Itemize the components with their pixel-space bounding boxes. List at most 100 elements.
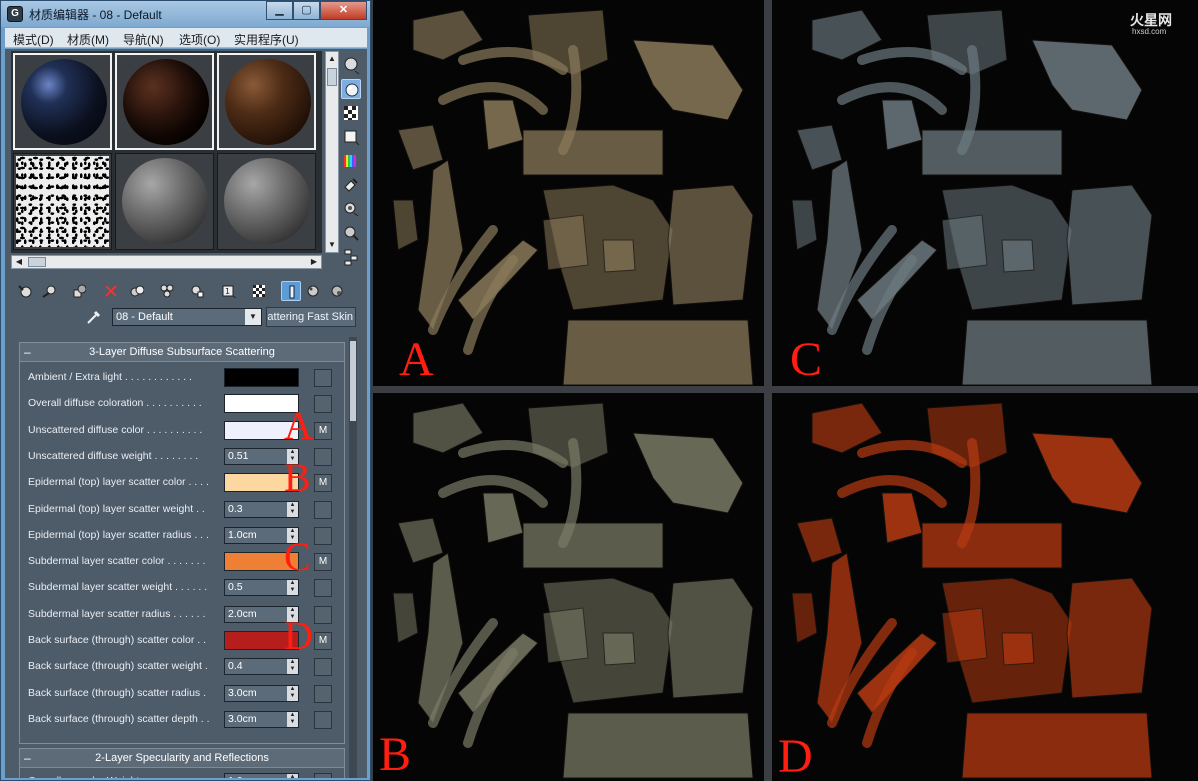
value-spinner[interactable]: 0.3 ▲ ▼ bbox=[224, 500, 299, 518]
map-button[interactable]: M bbox=[314, 421, 332, 440]
param-row: Epidermal (top) layer scatter color . . … bbox=[28, 458, 348, 498]
sample-slot-4[interactable] bbox=[13, 153, 112, 250]
app-icon[interactable]: G bbox=[7, 6, 23, 22]
param-row: Subdermal layer scatter color . . . . . … bbox=[28, 537, 348, 577]
uv-shell bbox=[632, 39, 744, 121]
parameter-rollouts: – 3-Layer Diffuse Subsurface Scattering … bbox=[13, 337, 355, 778]
color-swatch[interactable] bbox=[224, 368, 299, 387]
map-button[interactable] bbox=[314, 395, 332, 414]
scroll-thumb[interactable] bbox=[28, 257, 46, 267]
close-button[interactable]: ✕ bbox=[320, 1, 367, 20]
menu-options[interactable]: 选项(O) bbox=[179, 31, 220, 48]
reset-map-icon[interactable] bbox=[101, 281, 121, 301]
sample-slot-1[interactable] bbox=[13, 53, 112, 150]
uv-texture-map bbox=[392, 402, 754, 779]
rollout-title: 3-Layer Diffuse Subsurface Scattering bbox=[89, 346, 275, 358]
param-row: Back surface (through) scatter weight . 0… bbox=[28, 656, 348, 678]
get-material-icon[interactable] bbox=[15, 281, 35, 301]
make-unique-icon[interactable] bbox=[127, 281, 147, 301]
panel-letter: A bbox=[399, 333, 434, 386]
spinner-value: 3.0cm bbox=[228, 712, 257, 725]
uv-shell bbox=[921, 522, 1063, 569]
scroll-right-icon[interactable]: ▶ bbox=[307, 256, 321, 268]
value-spinner[interactable]: 3.0cm ▲ ▼ bbox=[224, 710, 299, 728]
scroll-thumb[interactable] bbox=[327, 68, 337, 86]
sample-type-icon[interactable] bbox=[341, 55, 361, 75]
show-end-result-icon[interactable] bbox=[249, 281, 269, 301]
menu-navigation[interactable]: 导航(N) bbox=[123, 31, 164, 48]
material-effects-icon[interactable] bbox=[327, 281, 347, 301]
go-forward-to-sibling-icon[interactable] bbox=[303, 281, 323, 301]
value-spinner[interactable]: 0.5 ▲ ▼ bbox=[224, 579, 299, 597]
rollout-header[interactable]: – 3-Layer Diffuse Subsurface Scattering bbox=[20, 343, 344, 362]
map-button[interactable]: M bbox=[314, 474, 332, 493]
value-spinner[interactable]: 1.0 ▲▼ bbox=[224, 773, 299, 778]
minimize-button[interactable]: ▁ bbox=[266, 1, 293, 20]
scroll-down-icon[interactable]: ▼ bbox=[326, 238, 338, 252]
map-button[interactable] bbox=[314, 447, 332, 466]
spinner-arrows-icon[interactable]: ▲▼ bbox=[287, 685, 298, 701]
sample-slot-6[interactable] bbox=[217, 153, 316, 250]
map-button[interactable] bbox=[314, 500, 332, 519]
material-map-navigator-icon[interactable] bbox=[341, 247, 361, 267]
value-spinner[interactable]: 3.0cm ▲ ▼ bbox=[224, 684, 299, 702]
menu-material[interactable]: 材质(M) bbox=[67, 31, 109, 48]
spinner-arrows-icon[interactable]: ▲▼ bbox=[287, 659, 298, 675]
map-button[interactable] bbox=[314, 369, 332, 387]
spinner-arrows-icon[interactable]: ▲▼ bbox=[287, 501, 298, 517]
maximize-button[interactable]: ▢ bbox=[293, 1, 320, 20]
spinner-arrows-icon[interactable]: ▲▼ bbox=[287, 580, 298, 596]
material-name-field[interactable]: 08 - Default ▼ bbox=[112, 308, 262, 326]
background-checker-icon[interactable] bbox=[341, 103, 361, 123]
menu-mode[interactable]: 模式(D) bbox=[13, 31, 54, 48]
material-type-button[interactable]: attering Fast Skin bbox=[266, 307, 356, 327]
put-to-scene-icon[interactable] bbox=[39, 281, 59, 301]
sample-slot-3[interactable] bbox=[217, 53, 316, 150]
map-button[interactable]: M bbox=[314, 632, 332, 650]
title-bar[interactable]: G 材质编辑器 - 08 - Default ▁ ▢ ✕ bbox=[1, 1, 370, 27]
uv-shell bbox=[522, 522, 664, 569]
assign-to-selection-icon[interactable] bbox=[69, 281, 89, 301]
uv-shell bbox=[527, 402, 609, 469]
map-button[interactable] bbox=[314, 658, 332, 677]
make-preview-icon[interactable] bbox=[341, 175, 361, 195]
sample-slot-2[interactable] bbox=[115, 53, 214, 150]
map-button[interactable] bbox=[314, 773, 332, 778]
spinner-arrows-icon[interactable]: ▲▼ bbox=[287, 711, 298, 727]
go-to-parent-icon[interactable] bbox=[281, 281, 301, 301]
material-sphere bbox=[123, 59, 209, 145]
map-button[interactable] bbox=[314, 526, 332, 545]
scroll-up-icon[interactable]: ▲ bbox=[326, 52, 338, 66]
video-color-check-icon[interactable] bbox=[341, 151, 361, 171]
put-to-library-icon[interactable] bbox=[157, 281, 177, 301]
slots-horizontal-scrollbar[interactable]: ◀ ▶ bbox=[11, 255, 322, 269]
sample-slot-5[interactable] bbox=[115, 153, 214, 250]
menu-utilities[interactable]: 实用程序(U) bbox=[234, 31, 299, 48]
chevron-down-icon[interactable]: ▼ bbox=[245, 309, 261, 325]
map-button[interactable] bbox=[314, 605, 332, 624]
param-label: Back surface (through) scatter weight . bbox=[28, 660, 208, 673]
scroll-left-icon[interactable]: ◀ bbox=[12, 256, 26, 268]
value-spinner[interactable]: 0.4 ▲ ▼ bbox=[224, 658, 299, 676]
map-button[interactable] bbox=[314, 710, 332, 729]
scroll-thumb[interactable] bbox=[350, 341, 356, 421]
material-id-channel-icon[interactable] bbox=[187, 281, 207, 301]
sample-uv-tiling-icon[interactable] bbox=[341, 127, 361, 147]
texture-panel-b: B bbox=[373, 393, 764, 781]
spinner-value: 0.3 bbox=[228, 502, 243, 515]
map-button[interactable] bbox=[314, 579, 332, 598]
param-row: Epidermal (top) layer scatter weight . .… bbox=[28, 499, 348, 521]
slots-vertical-scrollbar[interactable]: ▲ ▼ bbox=[325, 51, 339, 253]
backlight-icon[interactable] bbox=[341, 79, 361, 99]
show-shaded-map-icon[interactable]: 1 bbox=[219, 281, 239, 301]
options-icon[interactable] bbox=[341, 199, 361, 219]
select-by-material-icon[interactable] bbox=[341, 223, 361, 243]
spinner-arrows-icon[interactable]: ▲▼ bbox=[287, 774, 298, 778]
rollout-header[interactable]: – 2-Layer Specularity and Reflections bbox=[20, 749, 344, 768]
map-button[interactable]: M bbox=[314, 553, 332, 572]
rollout-scrollbar[interactable] bbox=[349, 337, 357, 778]
map-button[interactable] bbox=[314, 684, 332, 703]
uv-shell bbox=[926, 402, 1008, 469]
uv-shell bbox=[392, 199, 419, 251]
eyedropper-icon[interactable] bbox=[85, 308, 103, 326]
